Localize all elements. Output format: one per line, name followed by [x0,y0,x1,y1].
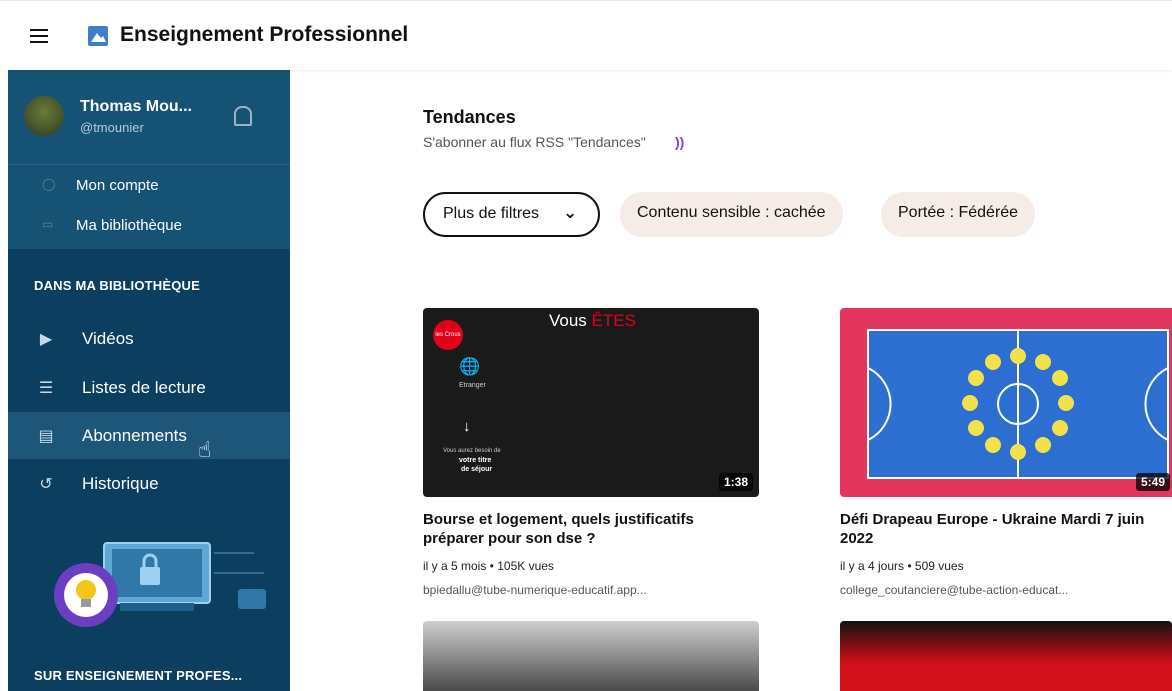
section-heading-site: SUR ENSEIGNEMENT PROFES... [34,668,243,683]
sidebar: Thomas Mou... @tmounier ◯ Mon compte ▭ M… [8,70,290,691]
rss-link[interactable]: S'abonner au flux RSS "Tendances" [423,134,646,150]
subscriptions-icon: ▤ [38,428,54,445]
sidebar-item-label: Vidéos [82,329,134,348]
user-icon: ◯ [42,177,56,191]
video-meta: il y a 5 mois • 105K vues [423,559,554,573]
video-account[interactable]: bpiedallu@tube-numerique-educatif.app... [423,583,647,597]
avatar[interactable] [24,96,64,136]
user-name[interactable]: Thomas Mou... [80,98,192,116]
sidebar-item-label: Listes de lecture [82,378,206,397]
thumb-line2: votre titre [459,457,492,464]
thumb-line1: Vous aurez besoin de [443,448,501,454]
illustration [54,542,266,627]
sidebar-item-subscriptions[interactable]: ▤ Abonnements [8,412,290,459]
page-title: Tendances [423,107,516,127]
arrow-down-icon: ↓ [463,418,471,435]
history-icon: ↺ [39,476,53,493]
bell-icon[interactable] [234,106,252,126]
sidebar-item-history[interactable]: ↺ Historique [8,460,290,507]
user-box: Thomas Mou... @tmounier [8,70,290,165]
app-title[interactable]: Enseignement Professionnel [120,23,408,47]
main-content: Tendances S'abonner au flux RSS "Tendanc… [290,70,1172,691]
thumbnail-image [867,329,1169,479]
sidebar-item-label: Mon compte [76,177,159,194]
sidebar-item-mon-compte[interactable]: ◯ Mon compte [8,165,290,205]
more-filters-button[interactable]: Plus de filtres ⌄ [423,192,600,237]
video-thumbnail[interactable] [423,621,759,691]
globe-icon: 🌐 [459,357,481,376]
video-card[interactable]: 5:49 Défi Drapeau Europe - Ukraine Mardi… [840,308,1172,608]
video-thumbnail[interactable]: 5:49 [840,308,1172,497]
user-handle: @tmounier [80,120,144,135]
sidebar-item-ma-bibliotheque[interactable]: ▭ Ma bibliothèque [8,205,290,245]
video-card[interactable]: les Crous Vous ÊTES 🌐 Etranger ↓ Vous au… [423,308,759,608]
hamburger-icon[interactable] [30,29,48,43]
video-thumbnail[interactable]: les Crous Vous ÊTES 🌐 Etranger ↓ Vous au… [423,308,759,497]
chip-sensitive-content[interactable]: Contenu sensible : cachée [620,192,843,237]
crous-badge: les Crous [433,320,463,350]
video-title[interactable]: Bourse et logement, quels justificatifs … [423,510,743,548]
video-icon: ▶ [39,331,53,348]
logo-icon[interactable] [88,26,108,46]
more-filters-label: Plus de filtres [443,205,540,222]
sidebar-item-label: Abonnements [82,426,187,445]
video-duration: 1:38 [718,473,753,491]
sidebar-item-playlists[interactable]: ☰ Listes de lecture [8,364,290,411]
thumb-line3: de séjour [461,466,493,473]
video-duration: 5:49 [1135,473,1170,491]
thumb-heading: Vous ÊTES [549,311,636,330]
list-icon: ☰ [38,380,54,397]
video-thumbnail[interactable] [840,621,1172,691]
sidebar-item-videos[interactable]: ▶ Vidéos [8,315,290,362]
video-account[interactable]: college_coutanciere@tube-action-educat..… [840,583,1068,597]
video-meta: il y a 4 jours • 509 vues [840,559,964,573]
double-chevron-down-icon: ⌄ [563,203,578,222]
sidebar-item-label: Historique [82,474,159,493]
tv-icon: ▭ [42,217,54,231]
video-title[interactable]: Défi Drapeau Europe - Ukraine Mardi 7 ju… [840,510,1160,548]
sidebar-item-label: Ma bibliothèque [76,217,182,234]
top-bar: Enseignement Professionnel [0,0,1172,70]
pointer-cursor-icon: ☝ [198,437,212,462]
rss-icon[interactable]: )) [675,134,684,150]
section-heading-library: DANS MA BIBLIOTHÈQUE [34,278,201,293]
thumb-label: Etranger [459,382,486,389]
chip-scope[interactable]: Portée : Fédérée [881,192,1036,237]
account-menu: ◯ Mon compte ▭ Ma bibliothèque [8,165,290,249]
